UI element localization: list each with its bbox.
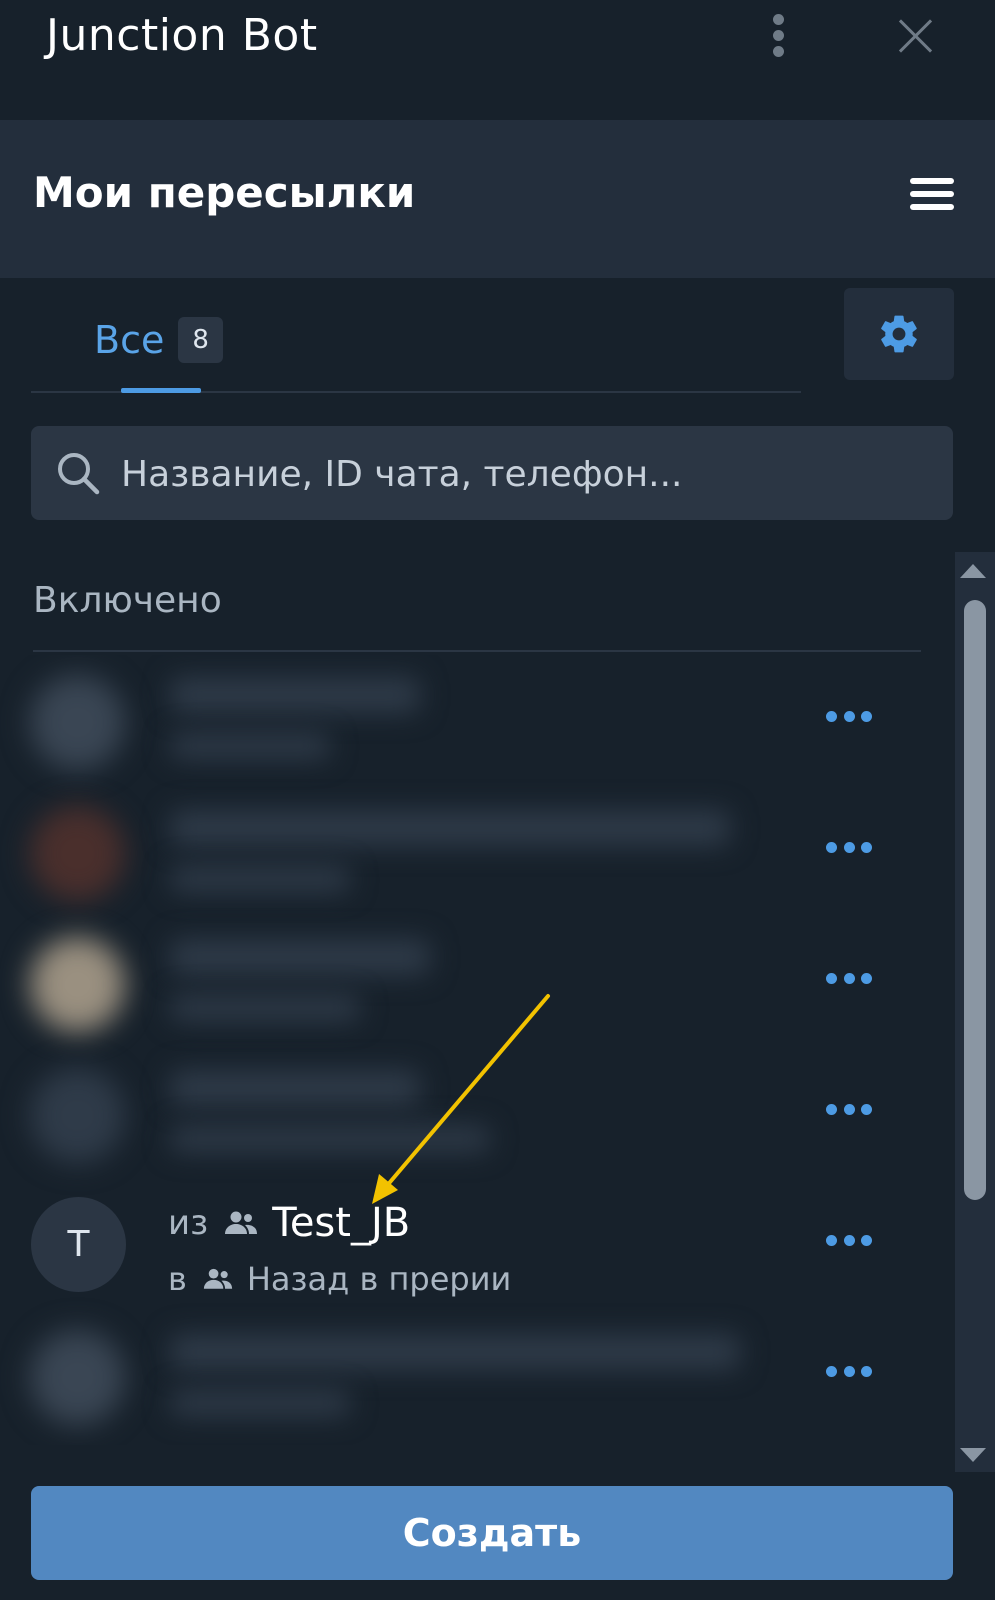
gear-icon	[881, 315, 917, 353]
avatar	[30, 937, 125, 1032]
more-dots-icon[interactable]	[826, 711, 872, 725]
forward-row-test-jb[interactable]: T из Test_JB в Назад в прерии	[0, 1179, 955, 1310]
scroll-up-arrow-icon[interactable]	[960, 564, 986, 578]
list-scrollbar[interactable]	[955, 552, 995, 1472]
more-dots-icon[interactable]	[826, 973, 872, 987]
create-button[interactable]: Создать	[31, 1486, 953, 1580]
hamburger-icon[interactable]	[910, 178, 954, 214]
forward-row[interactable]	[0, 1310, 955, 1441]
scroll-thumb[interactable]	[964, 600, 986, 1200]
app-title: Junction Bot	[46, 10, 318, 61]
forward-row[interactable]	[0, 1048, 955, 1179]
avatar: T	[31, 1197, 126, 1292]
more-dots-icon[interactable]	[826, 1104, 872, 1118]
avatar	[30, 1330, 125, 1425]
active-tab-indicator	[121, 388, 201, 393]
from-prefix: из	[168, 1203, 209, 1243]
to-prefix: в	[168, 1260, 187, 1298]
avatar	[30, 806, 125, 901]
search-box	[31, 426, 953, 522]
search-input[interactable]	[119, 426, 923, 522]
tab-all-label: Все	[94, 318, 165, 362]
forward-row[interactable]	[0, 655, 955, 786]
close-icon[interactable]	[896, 16, 936, 56]
forward-row[interactable]	[0, 786, 955, 917]
kebab-icon[interactable]	[770, 14, 786, 60]
more-dots-icon[interactable]	[826, 842, 872, 856]
group-icon	[203, 1268, 232, 1289]
section-divider	[33, 650, 921, 652]
avatar	[30, 1068, 125, 1163]
settings-button[interactable]	[844, 288, 954, 380]
forward-destination: в Назад в прерии	[168, 1259, 511, 1299]
avatar	[30, 675, 125, 770]
forward-source: из Test_JB	[168, 1200, 411, 1246]
tab-all-count-badge: 8	[178, 317, 223, 363]
more-dots-icon[interactable]	[826, 1366, 872, 1380]
more-dots-icon[interactable]	[826, 1235, 872, 1249]
group-icon	[225, 1211, 258, 1234]
search-icon	[58, 453, 100, 495]
source-chat-name: Test_JB	[272, 1200, 411, 1246]
forward-row[interactable]	[0, 917, 955, 1048]
page-title: Мои пересылки	[33, 168, 416, 217]
destination-chat-name: Назад в прерии	[246, 1260, 512, 1298]
scroll-down-arrow-icon[interactable]	[960, 1448, 986, 1462]
page-header: Мои пересылки	[0, 120, 995, 278]
tab-all[interactable]: Все 8	[94, 310, 223, 370]
forwards-list: T из Test_JB в Назад в прерии	[0, 655, 955, 1445]
section-title-enabled: Включено	[33, 580, 222, 621]
title-bar: Junction Bot	[0, 0, 995, 120]
